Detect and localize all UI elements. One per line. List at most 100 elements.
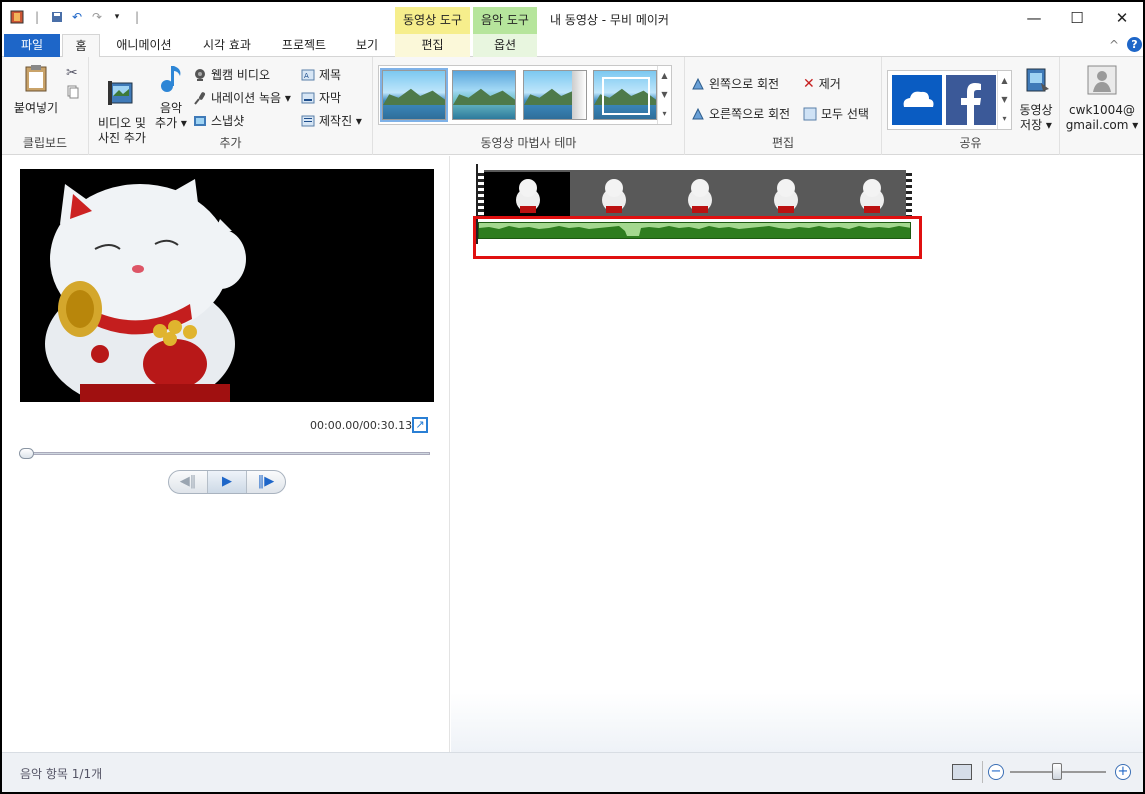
share-up-icon[interactable]: ▲ xyxy=(998,71,1011,90)
theme-gallery: ▲ ▼ ▾ xyxy=(378,65,672,125)
theme-gallery-scroll[interactable]: ▲ ▼ ▾ xyxy=(657,66,671,124)
account-button[interactable]: cwk1004@ gmail.com ▾ xyxy=(1062,65,1142,133)
themes-group-label: 동영상 마법사 테마 xyxy=(480,136,577,150)
record-narration-button[interactable]: 내레이션 녹음 ▾ xyxy=(193,89,291,106)
gallery-up-icon[interactable]: ▲ xyxy=(658,66,671,85)
fullscreen-icon[interactable]: ↗ xyxy=(412,417,428,433)
share-group: ▲ ▼ ▾ 동영상 저장 ▾ 공유 xyxy=(882,57,1060,155)
webcam-video-button[interactable]: 웹캠 비디오 xyxy=(193,66,270,83)
playback-controls: ◀‖ ▶ ‖▶ xyxy=(168,470,286,494)
video-clip[interactable] xyxy=(478,170,912,218)
save-movie-label-1: 동영상 xyxy=(1019,103,1053,117)
help-icon[interactable]: ? xyxy=(1127,37,1142,52)
video-preview[interactable] xyxy=(20,169,434,402)
window-title: 내 동영상 - 무비 메이커 xyxy=(550,13,669,27)
clipboard-icon xyxy=(25,65,47,92)
close-button[interactable]: ✕ xyxy=(1107,7,1137,29)
snapshot-label: 스냅샷 xyxy=(211,114,245,128)
select-all-label: 모두 선택 xyxy=(821,107,869,121)
tab-music-options[interactable]: 옵션 xyxy=(473,34,537,57)
timecode: 00:00.00/00:30.13 xyxy=(310,419,413,432)
select-all-button[interactable]: 모두 선택 xyxy=(803,105,869,122)
seek-thumb[interactable] xyxy=(19,448,34,459)
add-music-button[interactable]: 음악 추가 ▾ xyxy=(153,63,189,131)
record-narration-label: 내레이션 녹음 ▾ xyxy=(211,91,291,105)
clip-frame-5 xyxy=(828,172,904,216)
status-bar: 음악 항목 1/1개 − + xyxy=(2,752,1143,792)
remove-x-icon: ✕ xyxy=(803,75,815,92)
credits-button[interactable]: 제작진 ▾ xyxy=(301,112,362,129)
copy-icon[interactable] xyxy=(67,85,79,99)
zoom-in-icon[interactable]: + xyxy=(1115,764,1131,780)
rotate-right-button[interactable]: 오른쪽으로 회전 xyxy=(691,105,790,122)
tab-project[interactable]: 프로젝트 xyxy=(270,34,338,57)
snapshot-button[interactable]: 스냅샷 xyxy=(193,112,244,129)
share-down-icon[interactable]: ▼ xyxy=(998,90,1011,109)
separator-icon-2: | xyxy=(134,10,140,24)
save-movie-icon xyxy=(1026,68,1049,92)
gallery-down-icon[interactable]: ▼ xyxy=(658,85,671,104)
rotate-left-label: 왼쪽으로 회전 xyxy=(709,77,780,91)
share-group-label: 공유 xyxy=(959,136,982,150)
zoom-out-icon[interactable]: − xyxy=(988,764,1004,780)
customize-qa-icon[interactable]: ▾ xyxy=(110,10,124,24)
theme-thumb-3[interactable] xyxy=(523,70,587,120)
redo-icon[interactable]: ↷ xyxy=(90,10,104,24)
status-divider xyxy=(982,761,983,783)
remove-button[interactable]: ✕ 제거 xyxy=(803,75,841,92)
themes-group: ▲ ▼ ▾ 동영상 마법사 테마 xyxy=(373,57,685,155)
undo-icon[interactable]: ↶ xyxy=(70,10,84,24)
play-icon[interactable]: ▶ xyxy=(207,471,247,493)
add-music-label-1: 음악 xyxy=(159,101,183,115)
theme-thumb-2[interactable] xyxy=(452,70,516,120)
title-bar: | ↶ ↷ ▾ | 동영상 도구 음악 도구 내 동영상 - 무비 메이커 — … xyxy=(2,2,1143,34)
film-sprocket-right xyxy=(906,170,912,218)
rotate-left-button[interactable]: 왼쪽으로 회전 xyxy=(691,75,779,92)
lucky-cat-image xyxy=(20,169,434,402)
seek-bar[interactable] xyxy=(19,448,430,459)
zoom-slider-thumb[interactable] xyxy=(1052,763,1062,780)
share-gallery-scroll[interactable]: ▲ ▼ ▾ xyxy=(997,71,1011,129)
share-gallery: ▲ ▼ ▾ xyxy=(887,70,1012,130)
theme-thumb-1[interactable] xyxy=(380,68,448,122)
scissors-icon[interactable]: ✂ xyxy=(66,65,78,81)
save-movie-button[interactable]: 동영상 저장 ▾ xyxy=(1013,65,1059,133)
onedrive-icon[interactable] xyxy=(892,75,942,125)
gallery-more-icon[interactable]: ▾ xyxy=(658,104,671,123)
collapse-ribbon-icon[interactable]: ^ xyxy=(1106,34,1122,57)
minimize-button[interactable]: — xyxy=(1019,7,1049,29)
tab-animation[interactable]: 애니메이션 xyxy=(106,34,182,57)
next-frame-icon[interactable]: ‖▶ xyxy=(247,471,285,493)
select-all-icon xyxy=(803,107,817,120)
app-film-icon[interactable] xyxy=(10,10,24,24)
save-icon[interactable] xyxy=(50,10,64,24)
facebook-icon[interactable] xyxy=(946,75,996,125)
tab-home[interactable]: 홈 xyxy=(62,34,100,58)
tab-video-edit[interactable]: 편집 xyxy=(395,34,470,57)
ribbon-tabs: 파일 홈 애니메이션 시각 효과 프로젝트 보기 편집 옵션 ^ ? xyxy=(2,34,1143,58)
storyboard-shade xyxy=(451,693,1143,753)
ribbon: 붙여넣기 ✂ 클립보드 비디오 및 사진 추가 음악 추가 ▾ 웹캠 비디오 내… xyxy=(2,57,1143,155)
storyboard xyxy=(451,156,1143,753)
title-label: 제목 xyxy=(319,68,342,82)
save-movie-label-2: 저장 ▾ xyxy=(1020,118,1052,132)
music-track-highlight xyxy=(473,216,922,259)
context-video-tools: 동영상 도구 xyxy=(395,7,470,34)
webcam-icon xyxy=(195,68,205,81)
caption-button[interactable]: 자막 xyxy=(301,89,341,106)
title-button[interactable]: A 제목 xyxy=(301,66,341,83)
previous-frame-icon[interactable]: ◀‖ xyxy=(169,471,207,493)
tab-file[interactable]: 파일 xyxy=(4,34,60,57)
theme-thumb-4[interactable] xyxy=(593,70,657,120)
user-avatar-icon xyxy=(1087,65,1117,95)
share-more-icon[interactable]: ▾ xyxy=(998,109,1011,128)
maximize-button[interactable]: ☐ xyxy=(1062,7,1092,29)
tab-view[interactable]: 보기 xyxy=(346,34,388,57)
thumbnail-size-icon[interactable] xyxy=(952,764,972,780)
paste-label: 붙여넣기 xyxy=(13,101,59,115)
edit-group: 왼쪽으로 회전 ✕ 제거 오른쪽으로 회전 모두 선택 편집 xyxy=(685,57,882,155)
paste-button[interactable]: 붙여넣기 xyxy=(10,63,62,116)
clipboard-group: 붙여넣기 ✂ 클립보드 xyxy=(2,57,89,155)
caption-icon xyxy=(301,92,315,103)
tab-visual-effects[interactable]: 시각 효과 xyxy=(192,34,262,57)
